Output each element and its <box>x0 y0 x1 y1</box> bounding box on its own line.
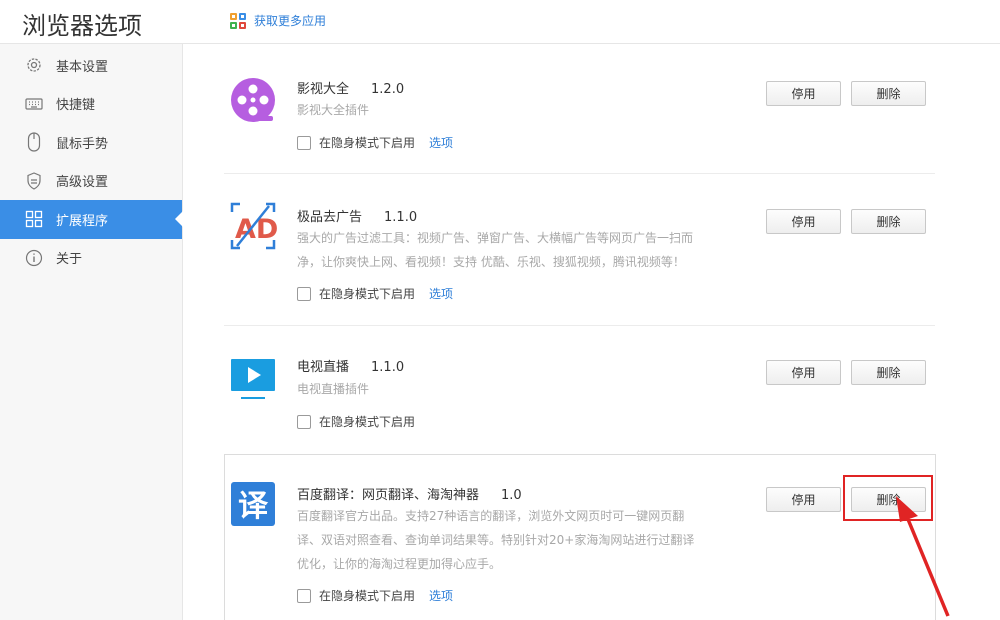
incognito-label: 在隐身模式下启用 <box>319 136 416 150</box>
film-reel-icon <box>229 76 277 124</box>
keyboard-icon <box>24 94 44 114</box>
incognito-label: 在隐身模式下启用 <box>319 589 416 603</box>
sidebar-item-about[interactable]: 关于 <box>0 239 182 278</box>
info-icon <box>24 248 44 268</box>
divider <box>224 173 935 174</box>
sidebar-item-label: 基本设置 <box>56 59 109 75</box>
extension-item: 电视直播 1.1.0 电视直播插件 在隐身模式下启用 停用 删除 <box>224 351 935 451</box>
extension-item: AD 极品去广告 1.1.0 强大的广告过滤工具：视频广告、弹窗广告、大横幅广告等… <box>224 200 935 320</box>
apps-grid-icon <box>230 12 246 29</box>
incognito-checkbox[interactable] <box>297 414 311 429</box>
extension-item: 译 百度翻译：网页翻译、海淘神器 1.0 百度翻译官方出品。支持27种语言的翻译，… <box>224 478 935 618</box>
tv-play-icon <box>229 355 277 403</box>
sidebar-item-basic-settings[interactable]: 基本设置 <box>0 46 182 85</box>
options-link[interactable]: 选项 <box>429 134 453 151</box>
extension-description: 电视直播插件 <box>297 382 370 396</box>
sidebar-item-extensions[interactable]: 扩展程序 <box>0 200 183 239</box>
extension-version: 1.2.0 <box>371 82 405 97</box>
options-link[interactable]: 选项 <box>429 587 453 604</box>
gear-icon <box>24 55 44 75</box>
delete-button[interactable]: 删除 <box>851 360 926 385</box>
svg-text:译: 译 <box>238 489 269 524</box>
incognito-checkbox[interactable] <box>297 135 311 150</box>
extension-item: 影视大全 1.2.0 影视大全插件 在隐身模式下启用 选项 停用 删除 <box>224 72 935 172</box>
extension-version: 1.1.0 <box>371 360 405 375</box>
incognito-label: 在隐身模式下启用 <box>319 287 416 301</box>
get-more-apps-link[interactable]: 获取更多应用 <box>230 12 326 29</box>
extension-version: 1.1.0 <box>384 210 418 225</box>
delete-button[interactable]: 删除 <box>851 81 926 106</box>
page-title: 浏览器选项 <box>22 12 142 40</box>
sidebar-item-label: 鼠标手势 <box>56 136 109 152</box>
incognito-checkbox[interactable] <box>297 588 311 603</box>
extension-version: 1.0 <box>501 488 522 503</box>
incognito-label: 在隐身模式下启用 <box>319 415 416 429</box>
extension-description: 优化，让你的海淘过程更加得心应手。 <box>297 557 502 571</box>
get-more-apps-label: 获取更多应用 <box>254 14 327 28</box>
ad-block-icon: AD <box>229 202 278 250</box>
mouse-icon <box>24 132 44 152</box>
sidebar-item-label: 快捷键 <box>56 98 96 114</box>
header: 浏览器选项 获取更多应用 <box>0 0 1000 44</box>
sidebar-item-label: 关于 <box>56 252 83 268</box>
extensions-icon <box>24 209 44 229</box>
delete-button[interactable]: 删除 <box>851 487 926 512</box>
extension-description: 净，让你爽快上网、看视频！支持 优酷、乐视、搜狐视频，腾讯视频等！ <box>297 255 685 269</box>
sidebar-item-advanced-settings[interactable]: 高级设置 <box>0 162 182 201</box>
extensions-list: 影视大全 1.2.0 影视大全插件 在隐身模式下启用 选项 停用 删除 AD 极品… <box>183 44 1000 620</box>
extension-name: 极品去广告 <box>297 210 363 225</box>
extension-description: 译、双语对照查看、查询单词结果等。特别针对20+家海淘网站进行过翻译 <box>297 533 695 547</box>
disable-button[interactable]: 停用 <box>766 360 841 385</box>
extension-description: 百度翻译官方出品。支持27种语言的翻译，浏览外文网页时可一键网页翻 <box>297 509 685 523</box>
delete-button[interactable]: 删除 <box>851 209 926 234</box>
divider <box>224 325 935 326</box>
extension-description: 强大的广告过滤工具：视频广告、弹窗广告、大横幅广告等网页广告一扫而 <box>297 231 694 245</box>
sidebar-item-label: 扩展程序 <box>56 213 109 229</box>
incognito-checkbox[interactable] <box>297 286 311 301</box>
disable-button[interactable]: 停用 <box>766 487 841 512</box>
disable-button[interactable]: 停用 <box>766 209 841 234</box>
options-link[interactable]: 选项 <box>429 285 453 302</box>
extension-name: 影视大全 <box>297 82 350 97</box>
shield-icon <box>24 171 44 191</box>
sidebar-item-mouse-gestures[interactable]: 鼠标手势 <box>0 123 182 162</box>
disable-button[interactable]: 停用 <box>766 81 841 106</box>
extension-name: 电视直播 <box>297 360 350 375</box>
sidebar-item-shortcuts[interactable]: 快捷键 <box>0 85 182 124</box>
extension-description: 影视大全插件 <box>297 103 370 117</box>
extension-name: 百度翻译：网页翻译、海淘神器 <box>297 488 480 503</box>
translate-icon: 译 <box>229 480 277 528</box>
sidebar: 基本设置 快捷键 鼠标手势 高级设置 扩展程序 关于 <box>0 44 183 620</box>
sidebar-item-label: 高级设置 <box>56 175 109 191</box>
